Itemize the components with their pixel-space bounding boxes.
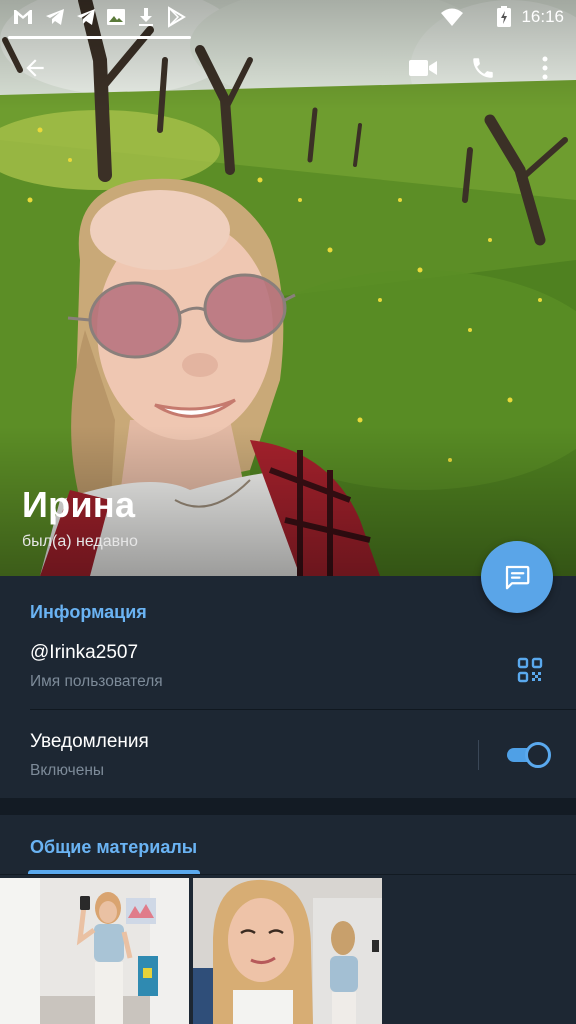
image-icon [105, 6, 127, 28]
download-icon [135, 6, 157, 28]
notifications-title: Уведомления [30, 731, 149, 752]
tab-divider [0, 874, 576, 875]
tab-shared-media[interactable]: Общие материалы [30, 837, 197, 858]
message-icon [505, 565, 530, 590]
profile-name: Ирина [22, 484, 136, 525]
battery-icon [496, 6, 512, 28]
qr-code-button[interactable] [512, 652, 548, 688]
media-thumbnail[interactable] [0, 878, 189, 1024]
notifications-toggle[interactable] [505, 741, 551, 769]
section-separator [0, 798, 576, 815]
notifications-status: Включены [30, 762, 105, 779]
notifications-row[interactable] [0, 711, 470, 797]
media-thumbnail-image [0, 878, 189, 1024]
username-value[interactable]: @Irinka2507 [30, 642, 138, 664]
back-arrow-icon [26, 59, 44, 77]
wifi-icon [440, 6, 463, 28]
info-section-title: Информация [30, 602, 147, 622]
profile-last-seen: был(а) недавно [22, 533, 138, 550]
phone-icon [473, 58, 493, 78]
username-label: Имя пользователя [30, 673, 163, 690]
toggle-knob [525, 742, 551, 768]
gmail-icon [12, 6, 34, 28]
telegram-icon [75, 6, 97, 28]
play-store-icon [165, 6, 187, 28]
status-bar: 16:16 [0, 0, 576, 36]
send-message-button[interactable] [481, 541, 553, 613]
back-button[interactable] [15, 50, 55, 86]
more-options-button[interactable] [525, 50, 565, 86]
qr-code-icon [517, 657, 543, 683]
status-time: 16:16 [521, 7, 564, 26]
media-thumbnail[interactable] [193, 878, 382, 1024]
profile-photo[interactable]: 16:16 Ирина был(а) недавно [0, 0, 576, 576]
shared-media-section: Общие материалы [0, 815, 576, 1024]
video-call-icon [409, 60, 437, 76]
notifications-separator [478, 740, 479, 770]
telegram-icon [44, 6, 66, 28]
media-thumbnail-image [193, 878, 382, 1024]
info-divider [30, 709, 576, 710]
call-button[interactable] [463, 50, 503, 86]
status-notification-underline [8, 36, 191, 39]
more-vert-icon [542, 56, 548, 80]
video-call-button[interactable] [403, 50, 443, 86]
